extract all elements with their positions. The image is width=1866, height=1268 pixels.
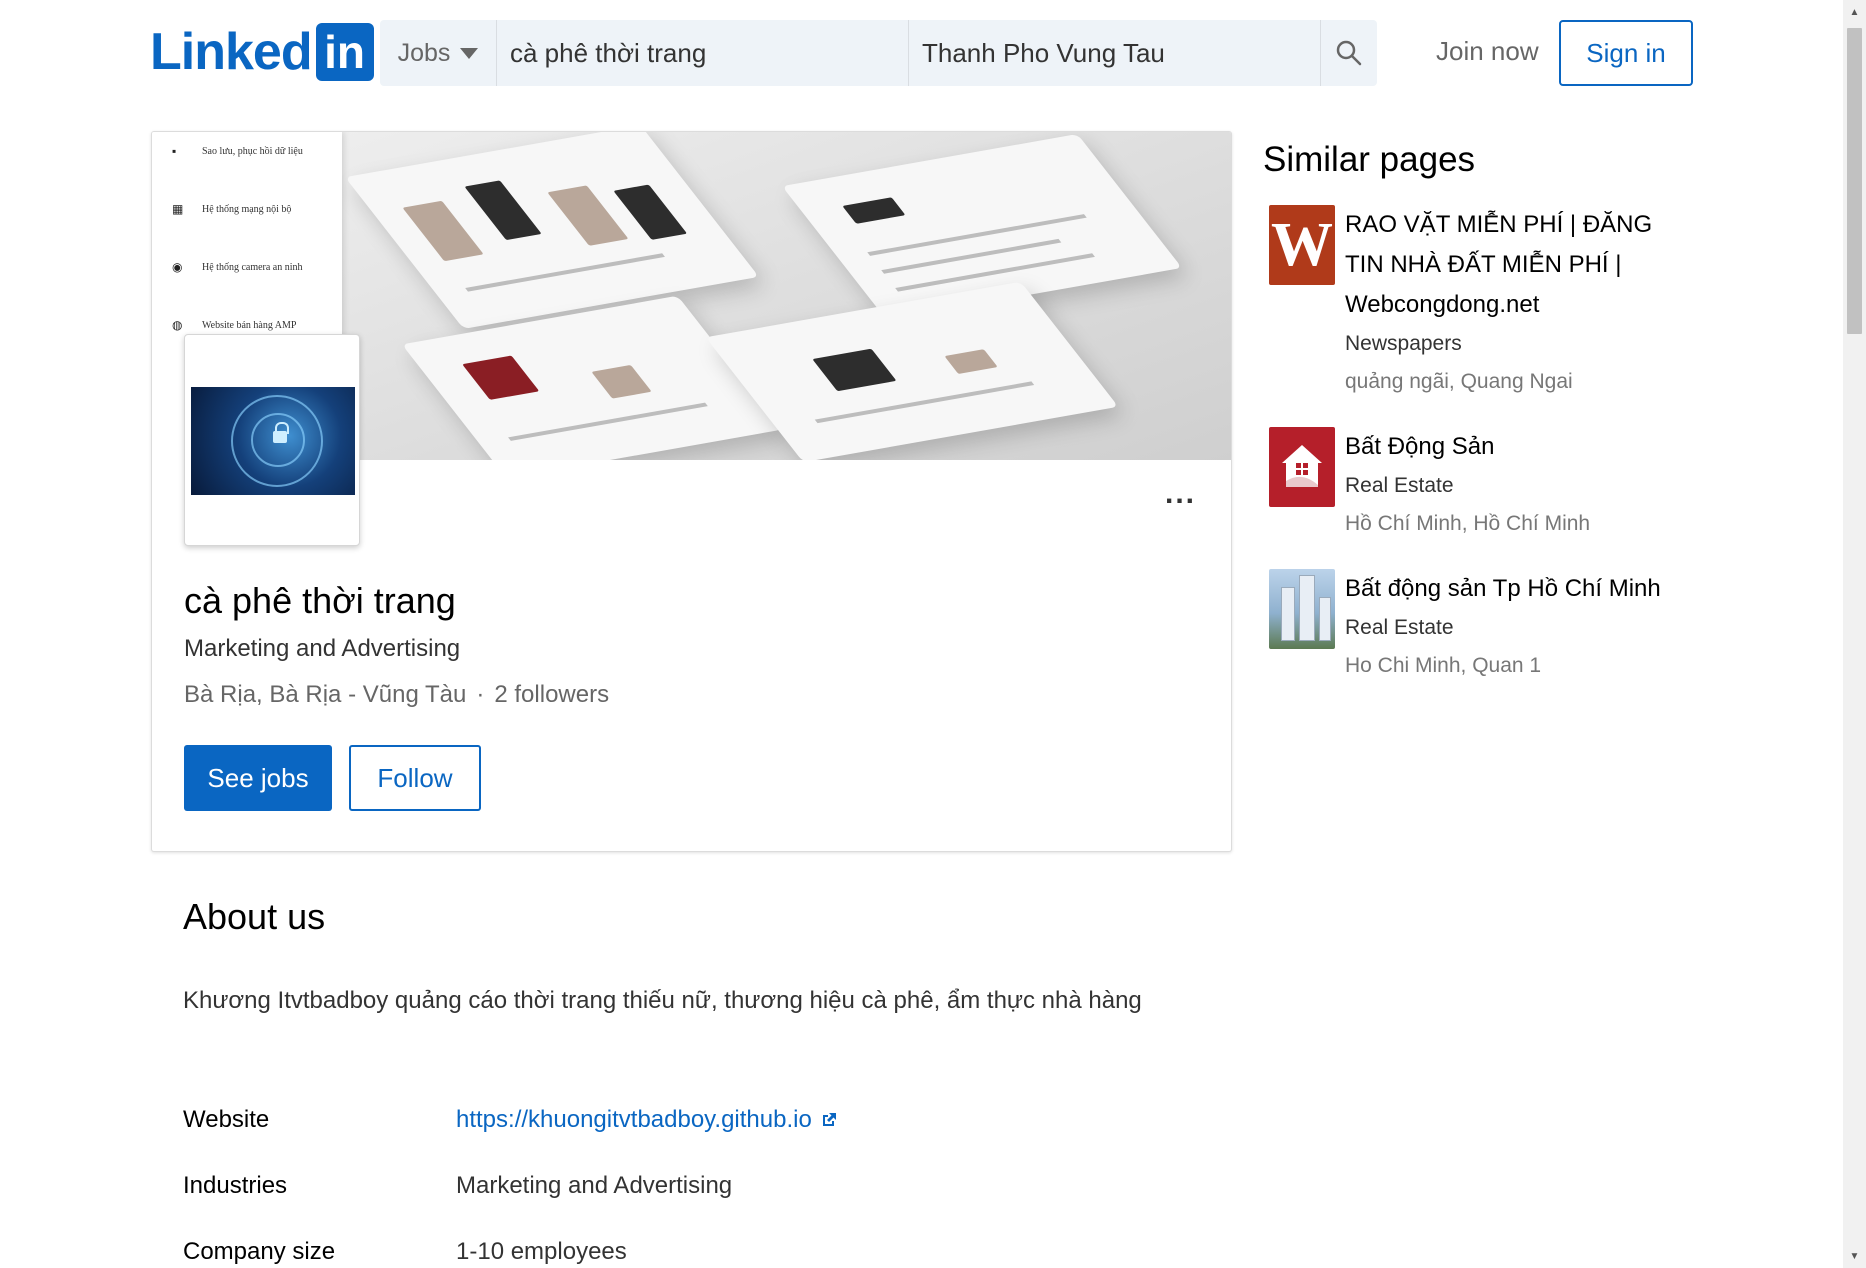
eye-icon: ◉ — [172, 260, 183, 274]
industries-value: Marketing and Advertising — [456, 1172, 733, 1199]
similar-page-location: Ho Chi Minh, Quan 1 — [1345, 654, 1542, 677]
cover-menu-item: ▪ Sao lưu, phục hồi dữ liệu — [172, 144, 303, 158]
similar-page-item[interactable]: Bất động sản Tp Hồ Chí Minh Real Estate … — [1269, 569, 1689, 677]
search-button[interactable] — [1321, 20, 1377, 86]
organization-logo — [184, 334, 360, 546]
keywords-input[interactable] — [497, 20, 909, 86]
see-jobs-button[interactable]: See jobs — [184, 745, 332, 811]
similar-page-industry: Newspapers — [1345, 332, 1462, 355]
globe-icon: ◍ — [172, 318, 183, 332]
similar-pages-title: Similar pages — [1263, 140, 1476, 179]
search-type-label: Jobs — [397, 38, 451, 67]
company-size-label: Company size — [183, 1238, 336, 1265]
organization-card: ▪ Sao lưu, phục hồi dữ liệu ▦ Hệ thống m… — [151, 131, 1232, 852]
website-link[interactable]: https://khuongitvtbadboy.github.io — [456, 1106, 838, 1134]
similar-page-industry: Real Estate — [1345, 616, 1454, 639]
cover-menu-item: ▦ Hệ thống mạng nội bộ — [172, 202, 292, 216]
location-input[interactable] — [909, 20, 1321, 86]
similar-page-name[interactable]: Bất động sản Tp Hồ Chí Minh — [1345, 569, 1689, 609]
industries-label: Industries — [183, 1172, 288, 1199]
meta-separator: · — [476, 681, 485, 708]
lock-icon — [273, 422, 289, 443]
similar-page-location: Hồ Chí Minh, Hồ Chí Minh — [1345, 512, 1591, 535]
search-type-dropdown[interactable]: Jobs — [380, 20, 497, 86]
follow-button[interactable]: Follow — [349, 745, 481, 811]
scroll-up-arrow-icon[interactable]: ▲ — [1843, 2, 1866, 22]
website-value: https://khuongitvtbadboy.github.io — [456, 1106, 838, 1134]
caret-down-icon — [460, 47, 479, 59]
similar-page-name[interactable]: RAO VẶT MIỄN PHÍ | ĐĂNG TIN NHÀ ĐẤT MIỄN… — [1345, 205, 1689, 325]
more-options-icon[interactable]: ... — [1165, 479, 1196, 509]
about-title: About us — [183, 896, 326, 937]
external-link-icon — [822, 1113, 836, 1126]
grid-icon: ▦ — [172, 202, 184, 216]
organization-meta: Bà Rịa, Bà Rịa - Vũng Tàu · 2 followers — [184, 681, 609, 709]
scroll-thumb[interactable] — [1847, 28, 1862, 334]
website-label: Website — [183, 1106, 270, 1133]
logo-box: in — [315, 23, 374, 81]
cover-menu-item: ◉ Hệ thống camera an ninh — [172, 260, 303, 274]
cover-menu-item: ◍ Website bán hàng AMP — [172, 318, 297, 332]
similar-page-location: quảng ngãi, Quang Ngai — [1345, 370, 1573, 393]
search-bar: Jobs — [380, 20, 1377, 86]
sign-in-button[interactable]: Sign in — [1559, 20, 1693, 86]
square-icon: ▪ — [172, 144, 177, 158]
organization-industry: Marketing and Advertising — [184, 635, 461, 662]
security-logo-image — [191, 387, 355, 495]
about-description: Khương Itvtbadboy quảng cáo thời trang t… — [183, 987, 1142, 1014]
scroll-down-arrow-icon[interactable]: ▼ — [1843, 1246, 1866, 1266]
logo-text: Linked — [150, 23, 313, 81]
join-now-link[interactable]: Join now — [1436, 36, 1539, 67]
linkedin-logo[interactable]: Linked in — [150, 23, 374, 81]
similar-page-logo: W — [1269, 205, 1335, 285]
organization-location: Bà Rịa, Bà Rịa - Vũng Tàu — [184, 681, 467, 708]
similar-page-name[interactable]: Bất Động Sản — [1345, 427, 1689, 467]
search-icon — [1336, 40, 1362, 66]
vertical-scrollbar[interactable]: ▲ ▼ — [1843, 0, 1866, 1268]
followers-count: 2 followers — [494, 681, 610, 708]
organization-name: cà phê thời trang — [184, 580, 456, 621]
similar-page-industry: Real Estate — [1345, 474, 1454, 497]
company-size-value: 1-10 employees — [456, 1238, 627, 1265]
house-icon — [1269, 427, 1335, 507]
building-photo — [1269, 569, 1335, 649]
